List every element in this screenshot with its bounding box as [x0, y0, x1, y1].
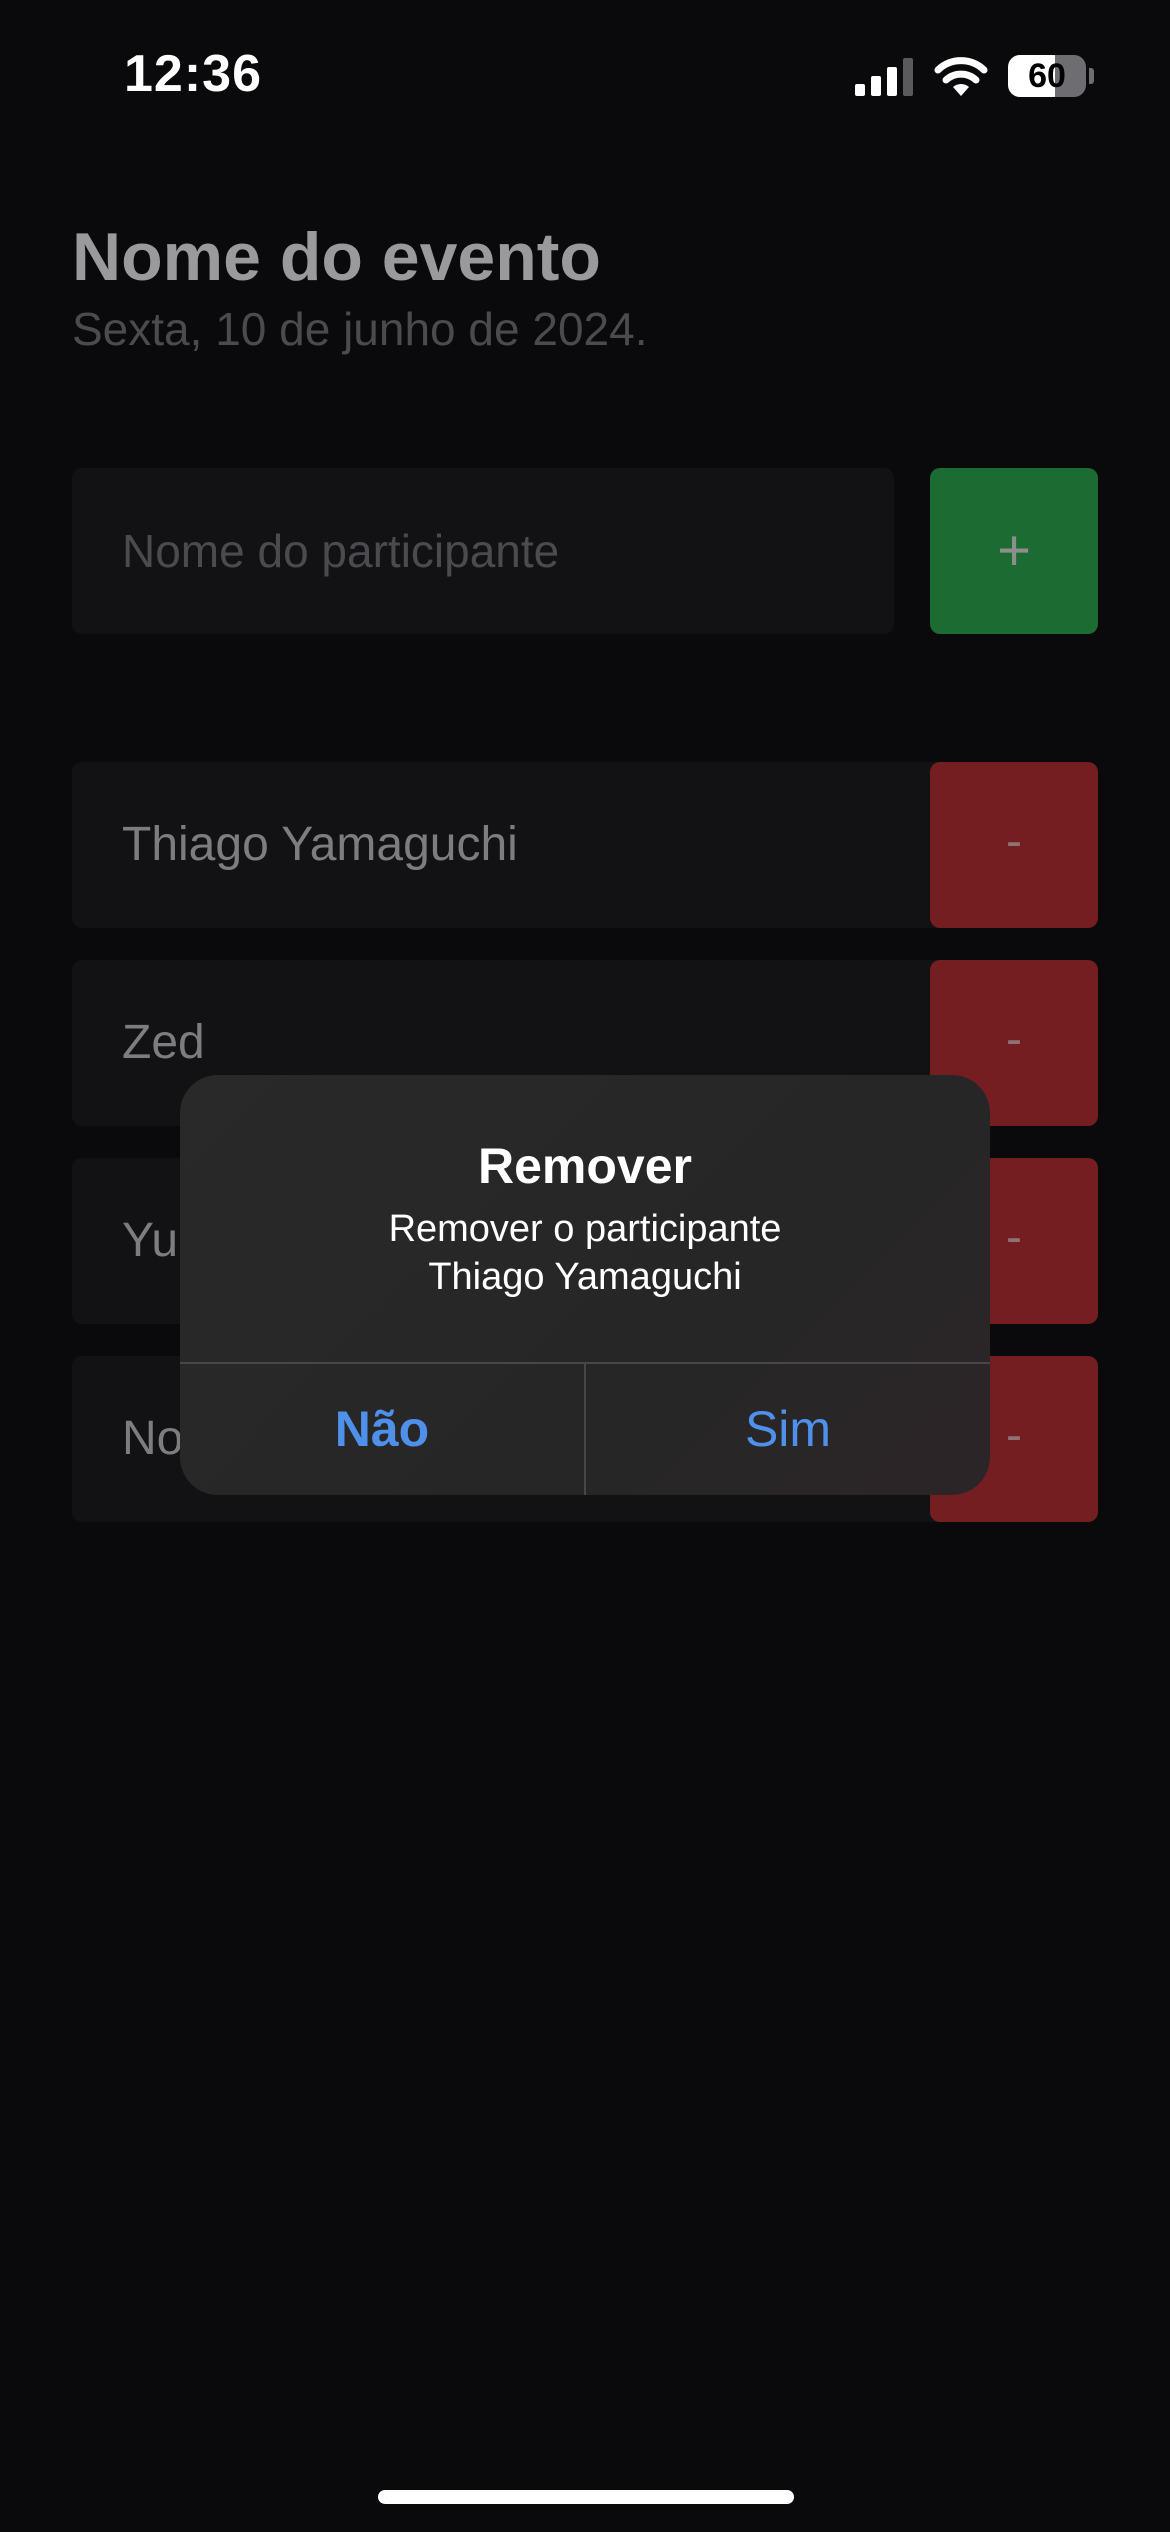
alert-title: Remover [478, 1138, 692, 1194]
remove-confirmation-dialog: Remover Remover o participante Thiago Ya… [180, 1075, 990, 1495]
alert-yes-button[interactable]: Sim [586, 1364, 990, 1495]
status-bar: 12:36 60 [0, 0, 1170, 150]
participant-name: No [122, 1412, 184, 1465]
event-date: Sexta, 10 de junho de 2024. [72, 303, 648, 355]
add-participant-button[interactable]: + [930, 468, 1098, 634]
alert-message-line: Remover o participante [388, 1208, 782, 1250]
alert-message-participant: Thiago Yamaguchi [428, 1256, 742, 1298]
alert-no-button[interactable]: Não [180, 1364, 584, 1495]
participant-card: Thiago Yamaguchi [72, 762, 972, 928]
status-time: 12:36 [124, 45, 262, 103]
signal-icon [855, 58, 913, 96]
battery-tip [1089, 68, 1094, 84]
event-screen: 12:36 60 Nome do evento Sexta, 10 de jun… [0, 0, 1170, 2532]
alert-message: Remover o participante Thiago Yamaguchi [240, 1205, 930, 1301]
event-title: Nome do evento [72, 219, 601, 295]
participant-row: Thiago Yamaguchi - [72, 762, 1098, 928]
remove-participant-button[interactable]: - [930, 762, 1098, 928]
wifi-icon [934, 57, 988, 96]
participant-name-input[interactable] [72, 468, 894, 634]
battery-percentage: 60 [1028, 57, 1066, 95]
home-indicator[interactable] [378, 2490, 794, 2504]
battery-icon: 60 [1008, 55, 1094, 97]
participant-name: Yul [122, 1214, 189, 1267]
participant-name: Thiago Yamaguchi [122, 818, 518, 871]
